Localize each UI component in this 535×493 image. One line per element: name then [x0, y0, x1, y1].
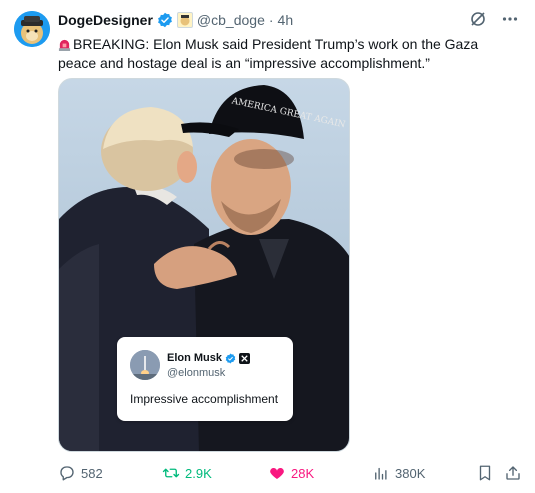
- x-logo-icon: [239, 352, 251, 364]
- separator-dot: ·: [268, 12, 274, 28]
- rocket-launch-icon: [130, 350, 160, 380]
- author-name[interactable]: DogeDesigner: [58, 12, 153, 28]
- affiliate-badge-icon: [176, 12, 193, 28]
- tweet-header: DogeDesigner @cb_doge · 4h: [58, 12, 293, 28]
- quote-author-name-row: Elon Musk: [167, 352, 251, 364]
- heart-filled-icon: [270, 467, 284, 479]
- quote-text: Impressive accomplishment: [130, 392, 279, 406]
- quote-author-name: Elon Musk: [167, 352, 223, 364]
- views-bar-chart-icon: [375, 467, 387, 480]
- verified-badge-icon: [158, 12, 172, 28]
- repost-icon: [162, 468, 180, 478]
- quote-author-avatar: [130, 350, 160, 380]
- timestamp[interactable]: 4h: [278, 12, 294, 28]
- quote-card[interactable]: Elon Musk @elonmusk Impressive accomplis…: [117, 337, 293, 421]
- share-icon: [506, 466, 520, 480]
- views-count: 380K: [395, 465, 426, 481]
- tweet-top-actions: [469, 10, 519, 28]
- siren-emoji-icon: [58, 39, 71, 51]
- reply-icon: [60, 466, 74, 481]
- reply-count: 582: [81, 465, 103, 481]
- share-button[interactable]: [504, 464, 522, 482]
- grok-icon[interactable]: [469, 10, 487, 28]
- tweet-media-image[interactable]: AMERICA GREAT AGAIN Elon Musk @elonmusk …: [58, 78, 350, 452]
- views-button[interactable]: 380K: [372, 464, 425, 482]
- bookmark-icon: [479, 465, 491, 481]
- bookmark-button[interactable]: [476, 464, 494, 482]
- verified-badge-icon: [225, 353, 236, 363]
- tweet-action-bar: 582 2.9K 28K 380K: [58, 464, 521, 484]
- quote-author-handle: @elonmusk: [167, 367, 226, 379]
- like-button[interactable]: 28K: [268, 464, 314, 482]
- tweet-text: BREAKING: Elon Musk said President Trump…: [58, 35, 518, 73]
- repost-count: 2.9K: [185, 465, 212, 481]
- repost-button[interactable]: 2.9K: [162, 464, 212, 482]
- reply-button[interactable]: 582: [58, 464, 103, 482]
- doge-avatar-icon: [14, 11, 50, 47]
- author-handle[interactable]: @cb_doge: [197, 12, 265, 28]
- like-count: 28K: [291, 465, 315, 481]
- author-avatar[interactable]: [14, 11, 50, 47]
- more-options-icon[interactable]: [501, 10, 519, 28]
- tweet-body: BREAKING: Elon Musk said President Trump…: [58, 36, 479, 71]
